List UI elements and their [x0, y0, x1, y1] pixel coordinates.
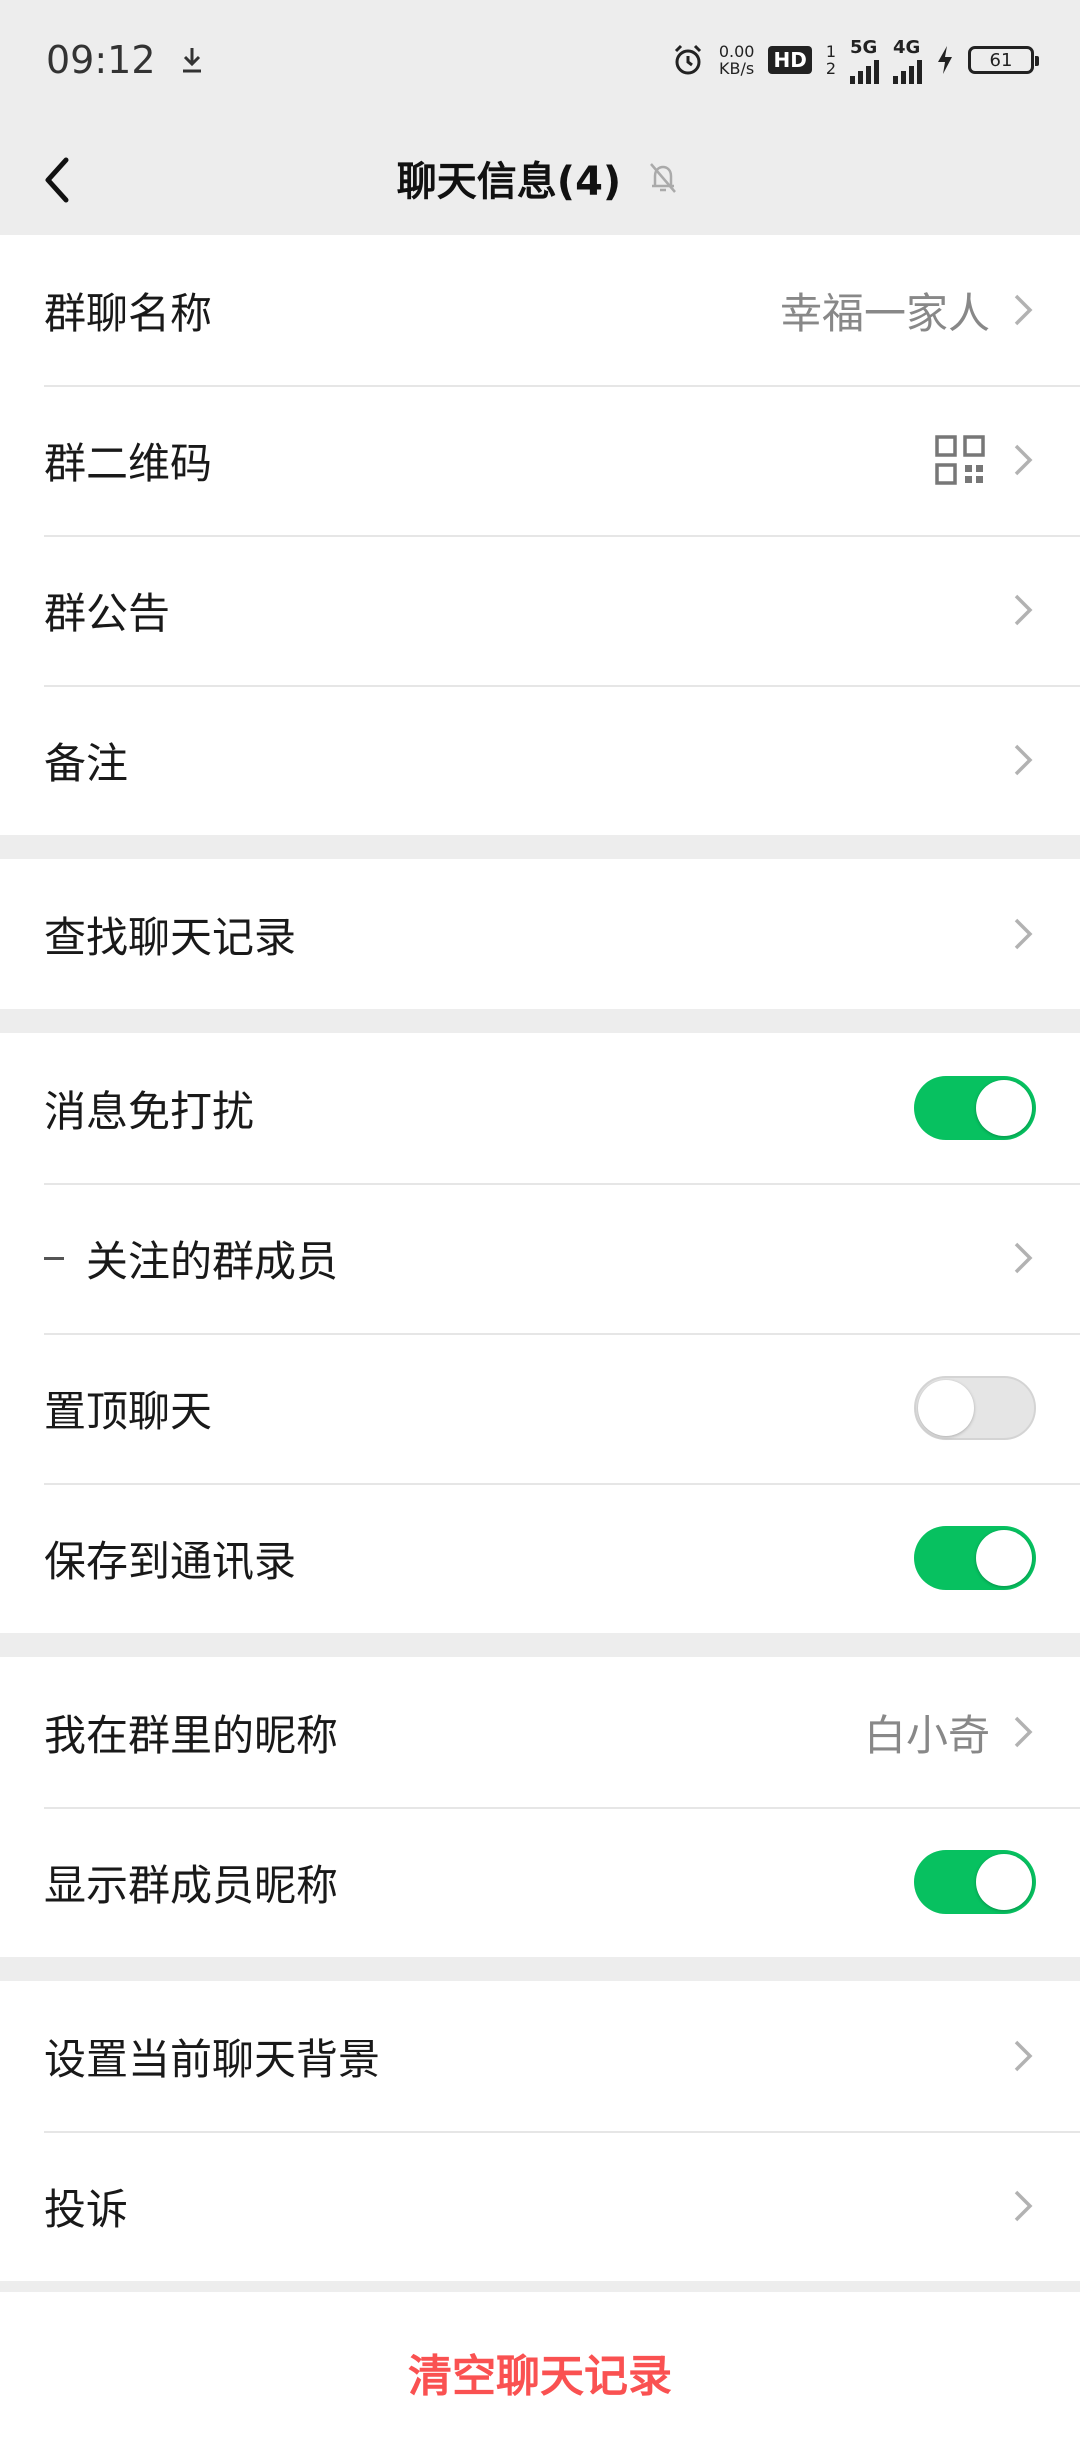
hd-icon: HD — [768, 46, 812, 74]
charging-icon — [938, 46, 952, 74]
save-contacts-toggle[interactable] — [914, 1526, 1036, 1590]
chevron-right-icon — [1014, 918, 1033, 950]
row-complain[interactable]: 投诉 — [0, 2131, 1080, 2281]
chevron-right-icon — [1014, 444, 1033, 476]
mute-toggle[interactable] — [914, 1076, 1036, 1140]
pin-chat-label: 置顶聊天 — [44, 1386, 213, 1436]
clear-history-button[interactable]: 清空聊天记录 — [408, 2340, 672, 2404]
group-name-label: 群聊名称 — [44, 288, 213, 338]
row-show-nicknames: 显示群成员昵称 — [0, 1807, 1080, 1957]
status-time: 09:12 — [46, 38, 156, 82]
save-contacts-label: 保存到通讯录 — [44, 1536, 297, 1586]
qr-label: 群二维码 — [44, 438, 213, 488]
row-mute: 消息免打扰 — [0, 1033, 1080, 1183]
qr-code-icon — [935, 435, 985, 485]
chevron-right-icon — [1014, 594, 1033, 626]
signal-bars-icon — [893, 58, 922, 84]
toggle-knob — [976, 1080, 1032, 1136]
toggle-knob — [976, 1530, 1032, 1586]
nav-bar: 聊天信息(4) — [0, 120, 1080, 235]
page-title: 聊天信息(4) — [396, 158, 622, 205]
show-nicknames-label: 显示群成员昵称 — [44, 1860, 339, 1910]
signal-bars-icon — [850, 58, 879, 84]
row-group-notice[interactable]: 群公告 — [0, 535, 1080, 685]
group-name-value: 幸福一家人 — [779, 288, 990, 338]
group-search: 查找聊天记录 — [0, 859, 1080, 1009]
mute-label: 消息免打扰 — [44, 1086, 255, 1136]
battery-icon: 61 — [968, 46, 1039, 74]
net1-label: 5G — [850, 36, 878, 58]
row-my-nickname[interactable]: 我在群里的昵称 白小奇 — [0, 1657, 1080, 1807]
download-icon — [182, 48, 201, 73]
dash-icon — [44, 1256, 64, 1260]
battery-level: 61 — [989, 49, 1013, 71]
pin-chat-toggle[interactable] — [914, 1376, 1036, 1440]
chevron-right-icon — [1014, 2040, 1033, 2072]
net-speed: 0.00 KB/s — [719, 43, 755, 77]
remark-label: 备注 — [44, 738, 129, 788]
chevron-right-icon — [1014, 294, 1033, 326]
status-right: 0.00 KB/s HD 1 2 5G 4G 61 — [671, 37, 1039, 84]
clear-history-section: 清空聊天记录 — [0, 2292, 1080, 2452]
toggle-knob — [918, 1380, 974, 1436]
toggle-knob — [976, 1854, 1032, 1910]
row-remark[interactable]: 备注 — [0, 685, 1080, 835]
hd-sub: 1 2 — [826, 43, 836, 77]
notice-label: 群公告 — [44, 588, 171, 638]
group-settings: 消息免打扰 关注的群成员 置顶聊天 保存到通讯录 — [0, 1033, 1080, 1633]
hd-sub-2: 2 — [825, 59, 836, 78]
net-speed-value: 0.00 — [718, 42, 755, 61]
status-bar: 09:12 0.00 KB/s HD 1 2 5G 4G 61 — [0, 0, 1080, 120]
net-speed-unit: KB/s — [719, 59, 755, 78]
group-other: 设置当前聊天背景 投诉 — [0, 1981, 1080, 2281]
mute-bell-icon — [650, 162, 677, 193]
row-followed-members[interactable]: 关注的群成员 — [0, 1183, 1080, 1333]
chevron-right-icon — [1014, 1716, 1033, 1748]
row-chat-background[interactable]: 设置当前聊天背景 — [0, 1981, 1080, 2131]
complain-label: 投诉 — [44, 2184, 129, 2234]
row-search-history[interactable]: 查找聊天记录 — [0, 859, 1080, 1009]
show-nicknames-toggle[interactable] — [914, 1850, 1036, 1914]
search-history-label: 查找聊天记录 — [44, 912, 297, 962]
chevron-right-icon — [1014, 744, 1033, 776]
my-nickname-value: 白小奇 — [863, 1710, 990, 1760]
followed-members-label: 关注的群成员 — [86, 1236, 339, 1286]
alarm-icon — [674, 44, 701, 75]
hd-sub-1: 1 — [825, 42, 836, 61]
chevron-right-icon — [1014, 1242, 1033, 1274]
signal-4g: 4G — [893, 37, 922, 84]
chat-background-label: 设置当前聊天背景 — [44, 2034, 381, 2084]
net2-label: 4G — [893, 36, 921, 58]
row-save-contacts: 保存到通讯录 — [0, 1483, 1080, 1633]
group-nickname: 我在群里的昵称 白小奇 显示群成员昵称 — [0, 1657, 1080, 1957]
signal-5g: 5G — [850, 37, 879, 84]
group-info: 群聊名称 幸福一家人 群二维码 群公告 备注 — [0, 235, 1080, 835]
chevron-right-icon — [1014, 2190, 1033, 2222]
status-left: 09:12 — [46, 38, 204, 82]
row-pin-chat: 置顶聊天 — [0, 1333, 1080, 1483]
back-arrow-icon[interactable] — [30, 150, 90, 210]
my-nickname-label: 我在群里的昵称 — [44, 1710, 339, 1760]
row-group-name[interactable]: 群聊名称 幸福一家人 — [0, 235, 1080, 385]
row-group-qrcode[interactable]: 群二维码 — [0, 385, 1080, 535]
